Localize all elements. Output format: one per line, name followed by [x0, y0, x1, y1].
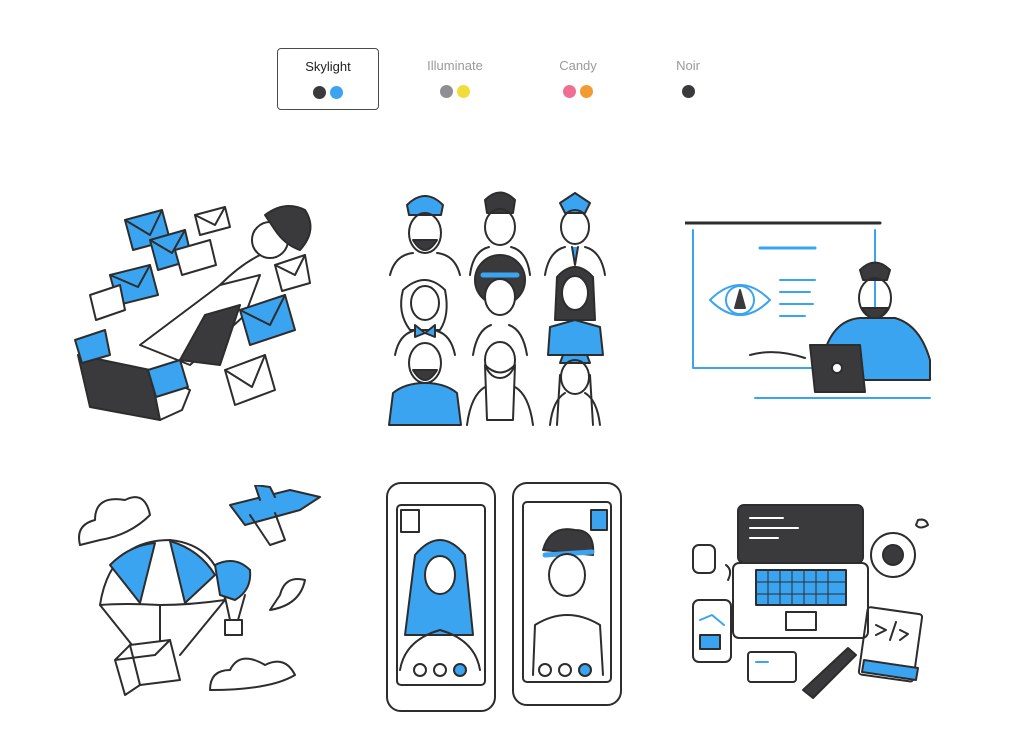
- theme-noir-label: Noir: [676, 58, 700, 73]
- swatch-blue: [330, 86, 343, 99]
- illustration-presentation: [685, 220, 935, 405]
- illustration-workspace: [688, 500, 938, 700]
- swatch-pink: [563, 85, 576, 98]
- theme-candy-swatches: [527, 85, 629, 98]
- swatch-dark: [313, 86, 326, 99]
- theme-candy-label: Candy: [559, 58, 597, 73]
- swatch-black: [681, 85, 695, 98]
- theme-skylight-label: Skylight: [305, 59, 351, 74]
- theme-skylight[interactable]: Skylight: [277, 48, 379, 110]
- illustration-email-person: [70, 195, 320, 430]
- illustration-team-people: [385, 185, 625, 430]
- theme-illuminate-swatches: [404, 85, 506, 98]
- theme-candy[interactable]: Candy: [527, 48, 629, 110]
- swatch-gray: [440, 85, 453, 98]
- theme-noir-swatches: [637, 85, 739, 98]
- swatch-yellow: [457, 85, 470, 98]
- theme-illuminate-label: Illuminate: [427, 58, 483, 73]
- theme-noir[interactable]: Noir: [637, 48, 739, 110]
- theme-illuminate[interactable]: Illuminate: [404, 48, 506, 110]
- swatch-orange: [580, 85, 593, 98]
- illustration-video-call: [385, 480, 625, 715]
- illustration-parachute-delivery: [70, 485, 325, 710]
- theme-skylight-swatches: [278, 86, 378, 99]
